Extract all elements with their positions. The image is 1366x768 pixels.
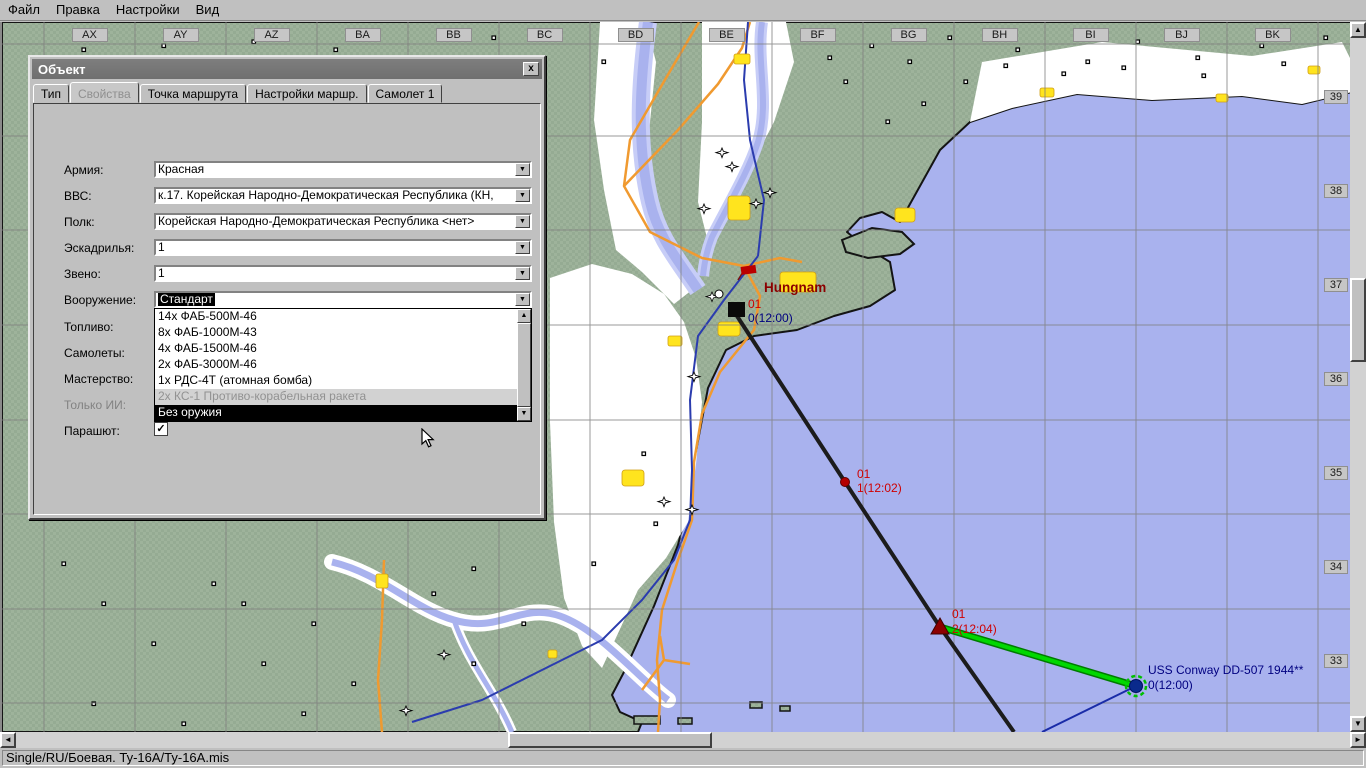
map-column-label: BB bbox=[435, 28, 472, 42]
tab-самолет-1[interactable]: Самолет 1 bbox=[367, 84, 443, 103]
ship-time-label: 0(12:00) bbox=[1148, 678, 1193, 692]
army-label: Армия: bbox=[64, 163, 104, 177]
map-row-label: 37 bbox=[1324, 278, 1348, 292]
map-row-label: 38 bbox=[1324, 184, 1348, 198]
squadron-combobox[interactable]: 1 ▼ bbox=[154, 239, 532, 256]
dropdown-arrow-icon[interactable]: ▼ bbox=[515, 241, 530, 254]
menu-item-view[interactable]: Вид bbox=[188, 0, 228, 20]
unit-time-label: 0(12:00) bbox=[748, 311, 793, 325]
map-column-label: BI bbox=[1072, 28, 1109, 42]
unit-id-label: 01 bbox=[748, 297, 762, 311]
status-bar: Single/RU/Боевая. Ту-16А/Ту-16А.mis bbox=[0, 749, 1366, 768]
airforce-label: ВВС: bbox=[64, 189, 92, 203]
list-scroll-thumb[interactable] bbox=[517, 323, 531, 407]
map-column-label: BJ bbox=[1163, 28, 1200, 42]
menu-item-edit[interactable]: Правка bbox=[48, 0, 108, 20]
waypoint-1-time-label: 1(12:02) bbox=[857, 481, 902, 495]
map-column-label: BD bbox=[617, 28, 654, 42]
regiment-label: Полк: bbox=[64, 215, 95, 229]
weapon-option[interactable]: 1х РДС-4Т (атомная бомба) bbox=[155, 373, 517, 389]
map-column-label: AX bbox=[71, 28, 108, 42]
map-column-label: BA bbox=[344, 28, 381, 42]
weapon-option[interactable]: 4х ФАБ-1500М-46 bbox=[155, 341, 517, 357]
object-dialog: Объект x Тип Свойства Точка маршрута Настро… bbox=[28, 55, 546, 520]
dropdown-arrow-icon[interactable]: ▼ bbox=[515, 215, 530, 228]
tab-тип[interactable]: Тип bbox=[33, 84, 70, 103]
close-button[interactable]: x bbox=[523, 62, 539, 76]
map-row-label: 36 bbox=[1324, 372, 1348, 386]
armament-selected-value: Стандарт bbox=[158, 293, 215, 306]
aircraft-count-label: Самолеты: bbox=[64, 346, 125, 360]
waypoint-1-marker[interactable] bbox=[840, 477, 850, 487]
waypoint-2-id-label: 01 bbox=[952, 607, 966, 621]
tab-strip: Тип Свойства Точка маршрута Настройки маршр… bbox=[33, 82, 541, 103]
flight-label: Звено: bbox=[64, 267, 101, 281]
waypoint-2-time-label: 2(12:04) bbox=[952, 622, 997, 636]
menu-item-file[interactable]: Файл bbox=[0, 0, 48, 20]
unit-marker[interactable] bbox=[728, 302, 745, 317]
map-column-label: BF bbox=[799, 28, 836, 42]
menu-bar: Файл Правка Настройки Вид bbox=[0, 0, 1366, 21]
dropdown-arrow-icon[interactable]: ▼ bbox=[515, 267, 530, 280]
armament-label: Вооружение: bbox=[64, 293, 137, 307]
hungnam-label: Hungnam bbox=[764, 280, 826, 295]
ship-marker[interactable] bbox=[1129, 679, 1143, 693]
weapon-option[interactable]: 14х ФАБ-500М-46 bbox=[155, 309, 517, 325]
tab-точка-маршрута[interactable]: Точка маршрута bbox=[139, 84, 247, 103]
list-scroll-up-button[interactable]: ▲ bbox=[517, 309, 531, 323]
regiment-combobox[interactable]: Корейская Народно-Демократическая Респуб… bbox=[154, 213, 532, 230]
map-column-label: BE bbox=[708, 28, 745, 42]
map-row-label: 35 bbox=[1324, 466, 1348, 480]
map-column-label: AY bbox=[162, 28, 199, 42]
list-scrollbar[interactable]: ▲ ▼ bbox=[517, 309, 531, 421]
squadron-label: Эскадрилья: bbox=[64, 241, 135, 255]
armament-combobox[interactable]: Стандарт ▼ bbox=[154, 291, 532, 308]
dropdown-arrow-icon[interactable]: ▼ bbox=[515, 293, 530, 306]
flight-combobox[interactable]: 1 ▼ bbox=[154, 265, 532, 282]
dialog-titlebar[interactable]: Объект x bbox=[32, 59, 542, 79]
map-row-label: 34 bbox=[1324, 560, 1348, 574]
dialog-content: Армия: ВВС: Полк: Эскадрилья: Звено: Воо… bbox=[33, 103, 541, 515]
armament-dropdown-list[interactable]: 14х ФАБ-500М-46 8х ФАБ-1000М-43 4х ФАБ-150… bbox=[154, 308, 532, 422]
dialog-title: Объект bbox=[38, 61, 86, 77]
scroll-down-button[interactable]: ▼ bbox=[1350, 716, 1366, 732]
parachute-checkbox[interactable]: ✓ bbox=[154, 422, 168, 436]
map-column-label: BK bbox=[1254, 28, 1291, 42]
list-scroll-down-button[interactable]: ▼ bbox=[517, 407, 531, 421]
weapon-option[interactable]: Без оружия bbox=[155, 405, 517, 421]
clock-icon bbox=[714, 289, 724, 299]
weapon-option[interactable]: 8х ФАБ-1000М-43 bbox=[155, 325, 517, 341]
ai-only-label: Только ИИ: bbox=[64, 398, 127, 412]
vertical-scroll-thumb[interactable] bbox=[1350, 278, 1366, 362]
vertical-scrollbar[interactable]: ▲ ▼ bbox=[1350, 22, 1366, 732]
parachute-label: Парашют: bbox=[64, 424, 120, 438]
map-column-label: BH bbox=[981, 28, 1018, 42]
army-combobox[interactable]: Красная ▼ bbox=[154, 161, 532, 178]
map-column-label: BC bbox=[526, 28, 563, 42]
map-column-label: BG bbox=[890, 28, 927, 42]
tab-свойства[interactable]: Свойства bbox=[70, 82, 139, 103]
horizontal-scroll-thumb[interactable] bbox=[508, 732, 712, 748]
map-row-label: 33 bbox=[1324, 654, 1348, 668]
fuel-label: Топливо: bbox=[64, 320, 114, 334]
tab-настройки-маршр-[interactable]: Настройки маршр. bbox=[247, 84, 367, 103]
mouse-cursor bbox=[421, 427, 436, 454]
scroll-up-button[interactable]: ▲ bbox=[1350, 22, 1366, 38]
menu-item-settings[interactable]: Настройки bbox=[108, 0, 188, 20]
weapon-option[interactable]: 2х ФАБ-3000М-46 bbox=[155, 357, 517, 373]
scroll-left-button[interactable]: ◄ bbox=[0, 732, 16, 748]
map-column-label: AZ bbox=[253, 28, 290, 42]
waypoint-1-id-label: 01 bbox=[857, 467, 871, 481]
airforce-combobox[interactable]: к.17. Корейская Народно-Демократическая … bbox=[154, 187, 532, 204]
horizontal-scrollbar[interactable]: ◄ ► bbox=[0, 732, 1366, 748]
dropdown-arrow-icon[interactable]: ▼ bbox=[515, 163, 530, 176]
scroll-right-button[interactable]: ► bbox=[1350, 732, 1366, 748]
status-text: Single/RU/Боевая. Ту-16А/Ту-16А.mis bbox=[2, 750, 1364, 766]
ship-name-label: USS Conway DD-507 1944** bbox=[1148, 663, 1304, 677]
dropdown-arrow-icon[interactable]: ▼ bbox=[515, 189, 530, 202]
map-row-label: 39 bbox=[1324, 90, 1348, 104]
skill-label: Мастерство: bbox=[64, 372, 134, 386]
weapon-option: 2х КС-1 Противо-корабельная ракета bbox=[155, 389, 517, 405]
